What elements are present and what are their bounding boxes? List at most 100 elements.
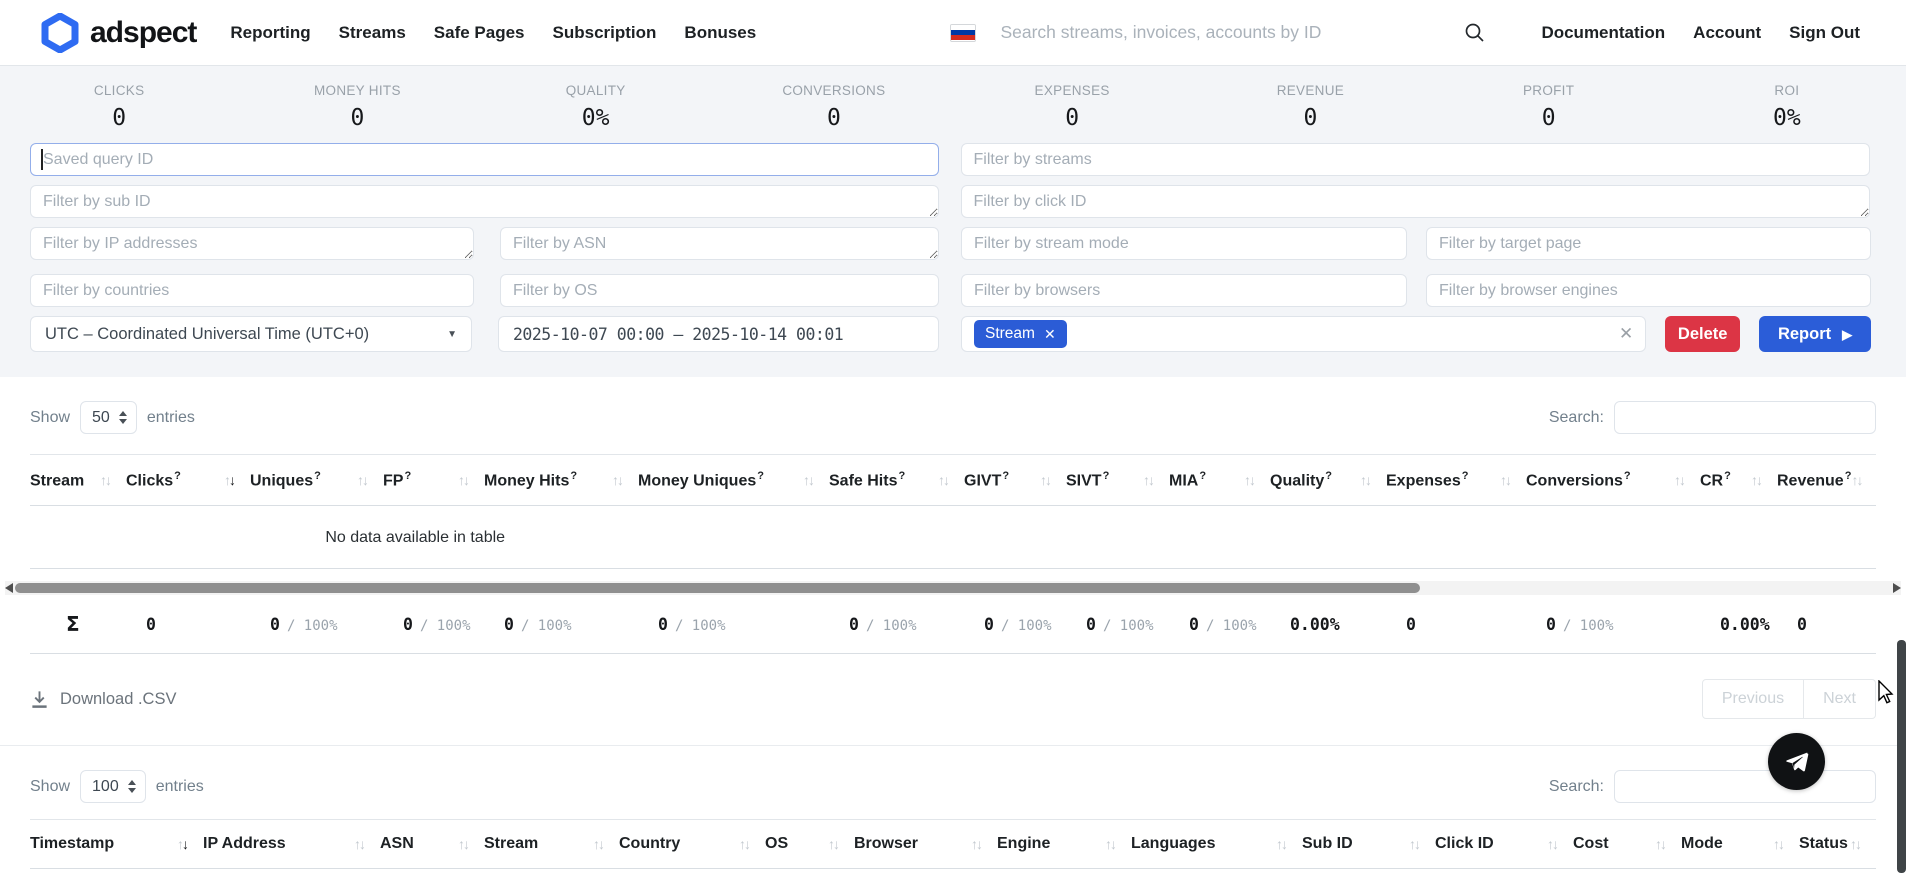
report-button[interactable]: Report	[1759, 316, 1871, 352]
sort-icon	[458, 472, 468, 488]
stat-profit: PROFIT0	[1430, 83, 1668, 131]
th-revenue[interactable]: Revenue?	[1777, 455, 1876, 506]
totals-quality: 0.00%	[1270, 595, 1386, 654]
th-conversions[interactable]: Conversions?	[1526, 455, 1700, 506]
filter-sub-id-textarea[interactable]	[30, 185, 939, 218]
global-search-input[interactable]	[1000, 22, 1436, 43]
date-range-input[interactable]: 2025-10-07 00:00 – 2025-10-14 00:01	[498, 316, 939, 352]
telegram-button[interactable]	[1768, 733, 1825, 790]
page-size-select[interactable]: 50	[80, 401, 137, 434]
th-country[interactable]: Country	[619, 820, 765, 869]
telegram-plane-icon	[1784, 749, 1810, 775]
th-expenses[interactable]: Expenses?	[1386, 455, 1526, 506]
report-table: Stream Clicks? Uniques? FP? Money Hits? …	[30, 454, 1876, 506]
filter-os-input[interactable]	[500, 274, 939, 307]
tag-stream-chip[interactable]: Stream	[974, 320, 1067, 348]
th-timestamp[interactable]: Timestamp	[30, 820, 203, 869]
sort-icon	[593, 836, 603, 852]
show-label: Show	[30, 409, 70, 427]
sort-icon	[612, 472, 622, 488]
saved-query-id-input[interactable]	[30, 143, 939, 176]
nav-safe-pages[interactable]: Safe Pages	[434, 23, 525, 43]
filter-streams-input[interactable]	[961, 143, 1871, 176]
totals-safe-hits: 0/ 100%	[829, 595, 964, 654]
th-browser[interactable]: Browser	[854, 820, 997, 869]
summary-and-filters-panel: CLICKS0 MONEY HITS0 QUALITY0% CONVERSION…	[0, 66, 1906, 377]
scroll-left-arrow-icon[interactable]	[5, 583, 13, 593]
th-languages[interactable]: Languages	[1131, 820, 1302, 869]
scroll-right-arrow-icon[interactable]	[1893, 583, 1901, 593]
nav-streams[interactable]: Streams	[339, 23, 406, 43]
horizontal-scrollbar[interactable]	[5, 581, 1901, 595]
th-safe-hits[interactable]: Safe Hits?	[829, 455, 964, 506]
nav-subscription[interactable]: Subscription	[553, 23, 657, 43]
page-size-select[interactable]: 100	[80, 770, 146, 803]
th-mode[interactable]: Mode	[1681, 820, 1799, 869]
th-money-uniques[interactable]: Money Uniques?	[638, 455, 829, 506]
sort-desc-icon	[224, 472, 234, 488]
stat-clicks: CLICKS0	[0, 83, 238, 131]
filter-target-page-input[interactable]	[1426, 227, 1871, 260]
th-stream[interactable]: Stream	[484, 820, 619, 869]
th-ip-address[interactable]: IP Address	[203, 820, 380, 869]
th-status[interactable]: Status	[1799, 820, 1876, 869]
filter-ip-addresses-textarea[interactable]	[30, 227, 474, 260]
th-givt[interactable]: GIVT?	[964, 455, 1066, 506]
brand-logo[interactable]: adspect	[40, 13, 196, 53]
show-label: Show	[30, 778, 70, 796]
th-cost[interactable]: Cost	[1573, 820, 1681, 869]
filter-browser-engines-input[interactable]	[1426, 274, 1871, 307]
stat-quality: QUALITY0%	[477, 83, 715, 131]
filter-countries-input[interactable]	[30, 274, 474, 307]
top-nav: adspect Reporting Streams Safe Pages Sub…	[0, 0, 1906, 66]
th-cr[interactable]: CR?	[1700, 455, 1777, 506]
filter-stream-mode-input[interactable]	[961, 227, 1407, 260]
nav-documentation[interactable]: Documentation	[1541, 23, 1665, 43]
previous-page-button[interactable]: Previous	[1702, 679, 1804, 719]
nav-account[interactable]: Account	[1693, 23, 1761, 43]
sort-icon	[1244, 472, 1254, 488]
nav-reporting[interactable]: Reporting	[230, 23, 310, 43]
text-caret	[41, 149, 43, 170]
search-label: Search:	[1549, 778, 1604, 796]
sort-icon	[1276, 836, 1286, 852]
sort-icon	[458, 836, 468, 852]
table2-search-input[interactable]	[1614, 770, 1876, 803]
delete-button[interactable]: Delete	[1665, 316, 1740, 352]
th-clicks[interactable]: Clicks?	[126, 455, 250, 506]
sort-icon	[1105, 836, 1115, 852]
clear-tags-icon[interactable]	[1619, 324, 1633, 344]
filter-browsers-input[interactable]	[961, 274, 1407, 307]
report-group-tags-input[interactable]: Stream	[961, 316, 1646, 352]
vertical-scrollbar-thumb[interactable]	[1897, 640, 1906, 873]
th-sivt[interactable]: SIVT?	[1066, 455, 1169, 506]
th-click-id[interactable]: Click ID	[1435, 820, 1573, 869]
download-csv-button[interactable]: Download .CSV	[30, 690, 176, 709]
timezone-select[interactable]: UTC – Coordinated Universal Time (UTC+0)	[30, 316, 472, 352]
th-mia[interactable]: MIA?	[1169, 455, 1270, 506]
th-quality[interactable]: Quality?	[1270, 455, 1386, 506]
stat-revenue: REVENUE0	[1191, 83, 1429, 131]
th-asn[interactable]: ASN	[380, 820, 484, 869]
sort-icon	[1850, 836, 1860, 852]
nav-sign-out[interactable]: Sign Out	[1789, 23, 1860, 43]
filter-asn-textarea[interactable]	[500, 227, 939, 260]
language-flag-ru-icon[interactable]	[950, 24, 976, 42]
totals-sigma: Σ	[30, 595, 126, 654]
sort-icon	[938, 472, 948, 488]
th-fp[interactable]: FP?	[383, 455, 484, 506]
th-uniques[interactable]: Uniques?	[250, 455, 383, 506]
th-engine[interactable]: Engine	[997, 820, 1131, 869]
nav-bonuses[interactable]: Bonuses	[684, 23, 756, 43]
scrollbar-thumb[interactable]	[15, 583, 1420, 593]
th-stream[interactable]: Stream	[30, 455, 126, 506]
search-icon[interactable]	[1464, 22, 1485, 43]
th-sub-id[interactable]: Sub ID	[1302, 820, 1435, 869]
next-page-button[interactable]: Next	[1804, 679, 1876, 719]
remove-tag-icon[interactable]	[1044, 326, 1056, 343]
th-os[interactable]: OS	[765, 820, 854, 869]
totals-expenses: 0	[1386, 595, 1526, 654]
table1-search-input[interactable]	[1614, 401, 1876, 434]
filter-click-id-textarea[interactable]	[961, 185, 1871, 218]
th-money-hits[interactable]: Money Hits?	[484, 455, 638, 506]
